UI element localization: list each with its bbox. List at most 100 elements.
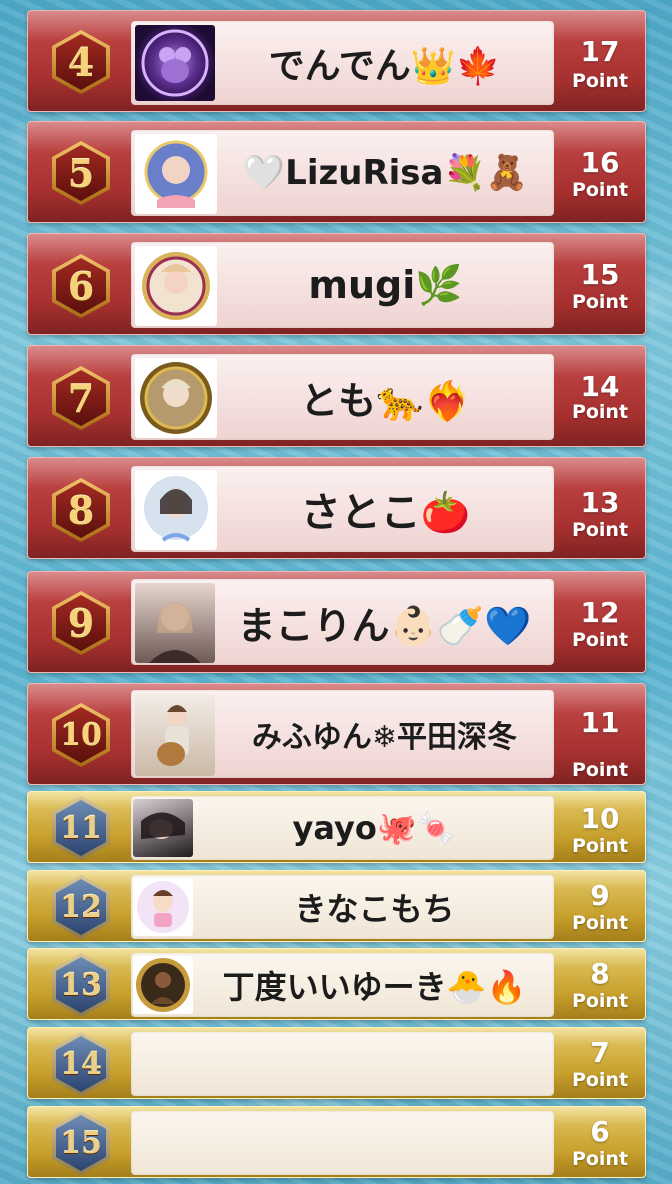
member-name: 丁度いいゆーき🐣🔥 (222, 968, 527, 1006)
points-value: 12 (580, 596, 620, 629)
points-label: Point (571, 629, 629, 651)
member-name: まこりん👶🏻🍼💙 (237, 603, 532, 648)
rank-badge: 9 (52, 591, 110, 655)
name-box: yayo🐙🍬 (131, 796, 554, 860)
member-name: きなこもち (294, 890, 455, 928)
name-box: みふゆん❄平田深冬 (131, 690, 554, 778)
points-value: 8 (590, 957, 610, 990)
ranking-row[interactable]: 15 6 Point (27, 1106, 646, 1178)
avatar[interactable] (135, 246, 217, 326)
rank-badge: 10 (52, 703, 110, 767)
points-label: Point (571, 835, 629, 857)
points-value: 7 (590, 1036, 610, 1069)
name-box: きなこもち (131, 875, 554, 939)
ranking-row[interactable]: 9 まこりん👶🏻🍼💙 12 Point (27, 571, 646, 673)
points-value: 13 (580, 486, 620, 519)
ranking-row[interactable]: 11 yayo🐙🍬 10 Point (27, 791, 646, 863)
member-name: mugi🌿 (308, 262, 463, 307)
rank-badge: 7 (52, 366, 110, 430)
points-label: Point (571, 1069, 629, 1091)
rank-number: 12 (56, 879, 106, 935)
rank-badge: 6 (52, 254, 110, 318)
avatar[interactable] (133, 956, 193, 1014)
points: 10 Point (555, 792, 645, 862)
rank-number: 5 (56, 145, 106, 201)
name-box: 🤍LizuRisa💐🧸 (131, 130, 554, 216)
name-box (131, 1032, 554, 1096)
name-box: まこりん👶🏻🍼💙 (131, 579, 554, 665)
member-name: みふゆん❄平田深冬 (251, 720, 518, 755)
ranking-row[interactable]: 4 でんでん👑🍁 17 Point (27, 10, 646, 112)
points-label: Point (571, 759, 629, 781)
name-box: mugi🌿 (131, 242, 554, 328)
name-box: でんでん👑🍁 (131, 21, 554, 105)
rank-number: 9 (56, 595, 106, 651)
points-value: 11 (580, 706, 620, 739)
rank-number: 10 (56, 707, 106, 763)
rank-badge: 14 (52, 1032, 110, 1096)
name-box: とも🐆❤️‍🔥 (131, 354, 554, 440)
points-value: 9 (590, 879, 610, 912)
avatar[interactable] (135, 358, 217, 438)
rank-number: 14 (56, 1036, 106, 1092)
avatar[interactable] (135, 25, 215, 101)
ranking-row[interactable]: 7 とも🐆❤️‍🔥 14 Point (27, 345, 646, 447)
ranking-row[interactable]: 5 🤍LizuRisa💐🧸 16 Point (27, 121, 646, 223)
name-box: 丁度いいゆーき🐣🔥 (131, 953, 554, 1017)
points: 14 Point (555, 346, 645, 446)
avatar[interactable] (135, 583, 215, 663)
member-name: さとこ🍅 (300, 490, 471, 536)
rank-number: 7 (56, 370, 106, 426)
avatar[interactable] (135, 134, 217, 214)
points-value: 10 (580, 802, 620, 835)
ranking-row[interactable]: 14 7 Point (27, 1027, 646, 1099)
points: 9 Point (555, 871, 645, 941)
avatar[interactable] (135, 470, 217, 550)
points-label: Point (571, 401, 629, 423)
member-name (131, 1032, 554, 1096)
avatar[interactable] (133, 878, 193, 936)
rank-badge: 4 (52, 30, 110, 94)
points-value: 14 (580, 370, 620, 403)
member-name: yayo🐙🍬 (292, 809, 457, 847)
points: 16 Point (555, 122, 645, 222)
rank-badge: 12 (52, 875, 110, 939)
points: 17 Point (555, 11, 645, 111)
points-value: 16 (580, 146, 620, 179)
points: 13 Point (555, 458, 645, 558)
points: 11 Point (555, 684, 645, 784)
avatar[interactable] (135, 694, 215, 776)
rank-number: 15 (56, 1115, 106, 1171)
points-label: Point (571, 291, 629, 313)
name-box (131, 1111, 554, 1175)
points-label: Point (571, 1148, 629, 1170)
points: 8 Point (555, 949, 645, 1019)
rank-badge: 11 (52, 796, 110, 860)
rank-badge: 15 (52, 1111, 110, 1175)
avatar[interactable] (133, 799, 193, 857)
rank-number: 13 (56, 957, 106, 1013)
member-name (131, 1111, 554, 1175)
points-label: Point (571, 912, 629, 934)
name-box: さとこ🍅 (131, 466, 554, 552)
ranking-row[interactable]: 8 さとこ🍅 13 Point (27, 457, 646, 559)
points: 6 Point (555, 1107, 645, 1177)
member-name: でんでん👑🍁 (268, 46, 501, 87)
ranking-row[interactable]: 10 みふゆん❄平田深冬 11 Point (27, 683, 646, 785)
ranking-row[interactable]: 13 丁度いいゆーき🐣🔥 8 Point (27, 948, 646, 1020)
member-name: 🤍LizuRisa💐🧸 (242, 153, 529, 193)
points: 15 Point (555, 234, 645, 334)
points: 12 Point (555, 572, 645, 672)
rank-number: 6 (56, 258, 106, 314)
points-value: 17 (580, 35, 620, 68)
ranking-row[interactable]: 12 きなこもち 9 Point (27, 870, 646, 942)
ranking-row[interactable]: 6 mugi🌿 15 Point (27, 233, 646, 335)
rank-badge: 13 (52, 953, 110, 1017)
points-label: Point (571, 179, 629, 201)
points-label: Point (571, 70, 629, 92)
rank-badge: 5 (52, 141, 110, 205)
rank-number: 8 (56, 482, 106, 538)
points-label: Point (571, 990, 629, 1012)
points-label: Point (571, 519, 629, 541)
rank-badge: 8 (52, 478, 110, 542)
